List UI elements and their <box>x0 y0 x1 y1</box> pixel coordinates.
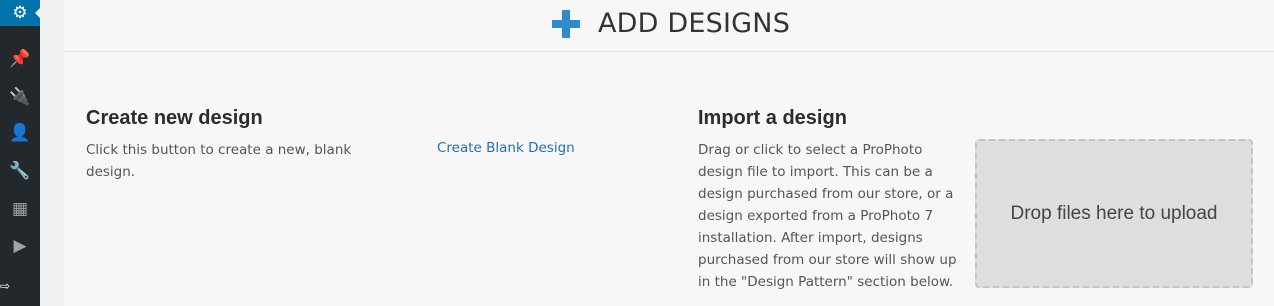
create-section-title: Create new design <box>86 107 263 129</box>
page-title: ADD DESIGNS <box>598 8 791 39</box>
content-gutter <box>40 0 64 306</box>
create-blank-design-button[interactable]: Create Blank Design <box>437 140 575 156</box>
import-section-title: Import a design <box>698 107 847 129</box>
plugin-icon[interactable]: 🔌 <box>0 81 40 113</box>
wrench-icon[interactable]: 🔧 <box>0 155 40 187</box>
gear-icon[interactable]: ⚙ <box>0 0 41 26</box>
header-title-group: ADD DESIGNS <box>552 8 790 39</box>
settings-sliders-icon[interactable]: ▦ <box>0 193 40 225</box>
plus-icon <box>552 9 580 38</box>
mouse-cursor-icon: ⇨ <box>0 279 11 293</box>
user-icon[interactable]: 👤 <box>0 117 40 149</box>
play-circle-icon[interactable]: ▶ <box>0 230 40 262</box>
dropzone-label: Drop files here to upload <box>1010 202 1218 224</box>
panel-header: ADD DESIGNS <box>64 0 1274 52</box>
add-designs-panel: ADD DESIGNS Create new design Click this… <box>64 0 1274 306</box>
import-section-description: Drag or click to select a ProPhoto desig… <box>698 142 957 290</box>
admin-sidebar: ⚙ 📌 🔌 👤 🔧 ▦ ▶ ⇨ <box>0 0 41 306</box>
upload-dropzone[interactable]: Drop files here to upload <box>975 139 1253 288</box>
pin-icon[interactable]: 📌 <box>0 43 40 75</box>
create-section-description: Click this button to create a new, blank… <box>86 142 352 180</box>
